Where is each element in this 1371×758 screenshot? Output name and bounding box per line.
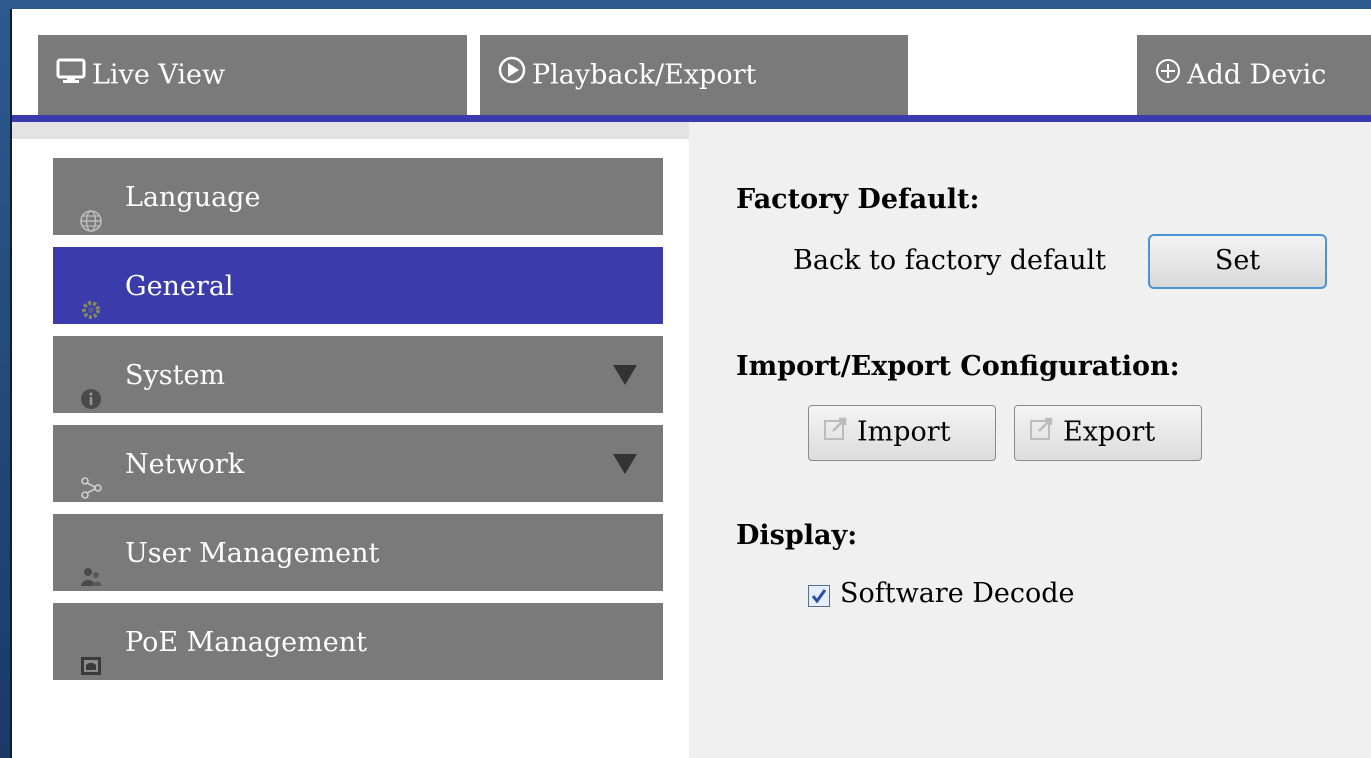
- poe-icon: [79, 631, 103, 675]
- sidebar-item-poe-management-label: PoE Management: [125, 627, 367, 658]
- gear-icon: [79, 275, 103, 319]
- globe-icon: [79, 186, 103, 232]
- display-heading: Display:: [736, 520, 858, 551]
- export-icon: [1029, 407, 1055, 459]
- info-icon: [79, 364, 103, 409]
- tab-live-view[interactable]: Live View: [38, 35, 467, 115]
- factory-default-label: Back to factory default: [793, 245, 1106, 276]
- network-icon: [79, 453, 103, 499]
- play-circle-icon: [498, 36, 526, 116]
- sidebar-item-user-management-label: User Management: [125, 538, 380, 569]
- export-button[interactable]: Export: [1014, 405, 1202, 461]
- sidebar-item-language[interactable]: Language: [53, 158, 663, 235]
- monitor-icon: [56, 36, 86, 116]
- sidebar-item-system-label: System: [125, 360, 226, 391]
- top-tab-bar: Live View Playback/Export Add Devic: [12, 9, 1371, 115]
- software-decode-checkbox[interactable]: [808, 585, 830, 607]
- sidebar-item-network-label: Network: [125, 449, 245, 480]
- expand-arrow-icon[interactable]: [613, 454, 637, 474]
- checkmark-icon: [811, 589, 827, 604]
- settings-content: Factory Default: Back to factory default…: [689, 122, 1371, 758]
- sidebar-item-system[interactable]: System: [53, 336, 663, 413]
- tab-underline: [12, 115, 1371, 122]
- sidebar-item-general-label: General: [125, 271, 234, 302]
- sidebar-item-language-label: Language: [125, 182, 261, 213]
- app-window: Live View Playback/Export Add Devic Lang…: [0, 0, 1371, 758]
- tab-playback-export-label: Playback/Export: [532, 59, 757, 91]
- export-button-label: Export: [1063, 416, 1156, 448]
- factory-default-heading: Factory Default:: [736, 184, 980, 215]
- set-button[interactable]: Set: [1148, 234, 1327, 289]
- import-button-label: Import: [857, 416, 951, 448]
- software-decode-label: Software Decode: [840, 578, 1075, 609]
- tab-add-device[interactable]: Add Devic: [1137, 35, 1371, 115]
- expand-arrow-icon[interactable]: [613, 365, 637, 385]
- tab-add-device-label: Add Devic: [1187, 59, 1327, 91]
- settings-sidebar: Language General System Network User Man…: [12, 122, 689, 758]
- sidebar-item-poe-management[interactable]: PoE Management: [53, 603, 663, 680]
- sidebar-item-general[interactable]: General: [53, 247, 663, 324]
- sidebar-header-strip: [12, 122, 689, 139]
- app-frame: Live View Playback/Export Add Devic Lang…: [10, 9, 1371, 758]
- import-button[interactable]: Import: [808, 405, 996, 461]
- plus-circle-icon: [1155, 36, 1181, 116]
- import-export-heading: Import/Export Configuration:: [736, 351, 1180, 382]
- tab-playback-export[interactable]: Playback/Export: [480, 35, 908, 115]
- sidebar-item-user-management[interactable]: User Management: [53, 514, 663, 591]
- sidebar-item-network[interactable]: Network: [53, 425, 663, 502]
- tab-live-view-label: Live View: [92, 59, 226, 91]
- import-icon: [823, 407, 849, 459]
- users-icon: [79, 542, 103, 586]
